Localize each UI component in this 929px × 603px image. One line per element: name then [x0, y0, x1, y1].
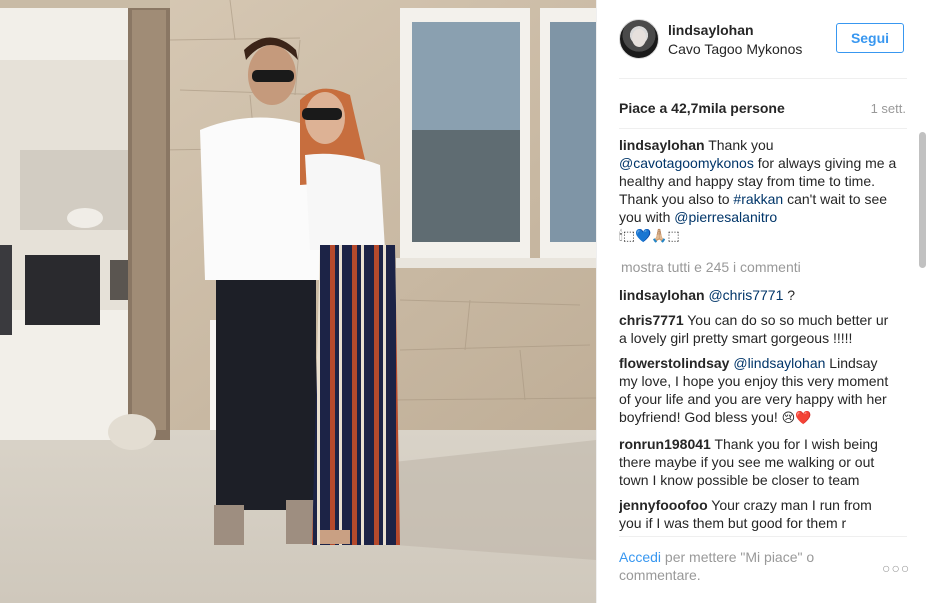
- avatar[interactable]: [619, 19, 659, 59]
- comment-item: chris7771 You can do so so much better u…: [619, 311, 897, 347]
- more-options-icon[interactable]: ○○○: [882, 560, 910, 576]
- caption-emojis: 🕯⬚💙🙏🏼⬚: [619, 229, 680, 244]
- caption: lindsaylohan Thank you @cavotagoomykonos…: [619, 136, 897, 246]
- comment-item: flowerstolindsay @lindsaylohan Lindsay m…: [619, 354, 897, 428]
- caption-text-1: Thank you: [708, 137, 774, 153]
- post-username[interactable]: lindsaylohan: [668, 22, 754, 38]
- photo-image: [0, 0, 596, 603]
- comment-item: jennyfooofoo Your crazy man I run from y…: [619, 496, 897, 532]
- comment-text: ?: [787, 287, 796, 303]
- footer-divider: [619, 536, 907, 537]
- likes-divider: [619, 128, 907, 129]
- likes-count[interactable]: Piace a 42,7mila persone: [619, 100, 785, 116]
- comment-emoji: 😢❤️: [781, 411, 812, 426]
- comment-username[interactable]: chris7771: [619, 312, 684, 328]
- comment-username[interactable]: lindsaylohan: [619, 287, 705, 303]
- load-more-comments[interactable]: mostra tutti e 245 i commenti: [621, 258, 897, 276]
- comment-username[interactable]: jennyfooofoo: [619, 497, 708, 513]
- caption-hashtag[interactable]: #rakkan: [733, 191, 783, 207]
- scrollbar-thumb[interactable]: [919, 132, 926, 268]
- comment-username[interactable]: ronrun198041: [619, 436, 711, 452]
- login-prompt: Accedi per mettere "Mi piace" o commenta…: [619, 548, 869, 584]
- follow-button[interactable]: Segui: [836, 23, 904, 53]
- post-time[interactable]: 1 sett.: [871, 101, 906, 116]
- comments-scrollbar[interactable]: [919, 132, 926, 536]
- post-photo[interactable]: [0, 0, 596, 603]
- post-header: lindsaylohan Cavo Tagoo Mykonos Segui: [597, 0, 929, 78]
- post-sidebar: lindsaylohan Cavo Tagoo Mykonos Segui Pi…: [596, 0, 929, 603]
- comment-item: lindsaylohan @chris7771 ?: [619, 286, 897, 304]
- login-link[interactable]: Accedi: [619, 549, 661, 565]
- avatar-face: [632, 29, 646, 47]
- caption-mention-2[interactable]: @pierresalanitro: [674, 209, 777, 225]
- caption-username[interactable]: lindsaylohan: [619, 137, 705, 153]
- comments-list: lindsaylohan Thank you @cavotagoomykonos…: [619, 136, 897, 536]
- comment-mention[interactable]: @lindsaylohan: [733, 355, 825, 371]
- header-divider: [619, 78, 907, 79]
- comment-mention[interactable]: @chris7771: [708, 287, 783, 303]
- caption-mention-1[interactable]: @cavotagoomykonos: [619, 155, 754, 171]
- comment-item: ronrun198041 Thank you for I wish being …: [619, 435, 897, 489]
- post-location[interactable]: Cavo Tagoo Mykonos: [668, 41, 802, 57]
- comment-username[interactable]: flowerstolindsay: [619, 355, 729, 371]
